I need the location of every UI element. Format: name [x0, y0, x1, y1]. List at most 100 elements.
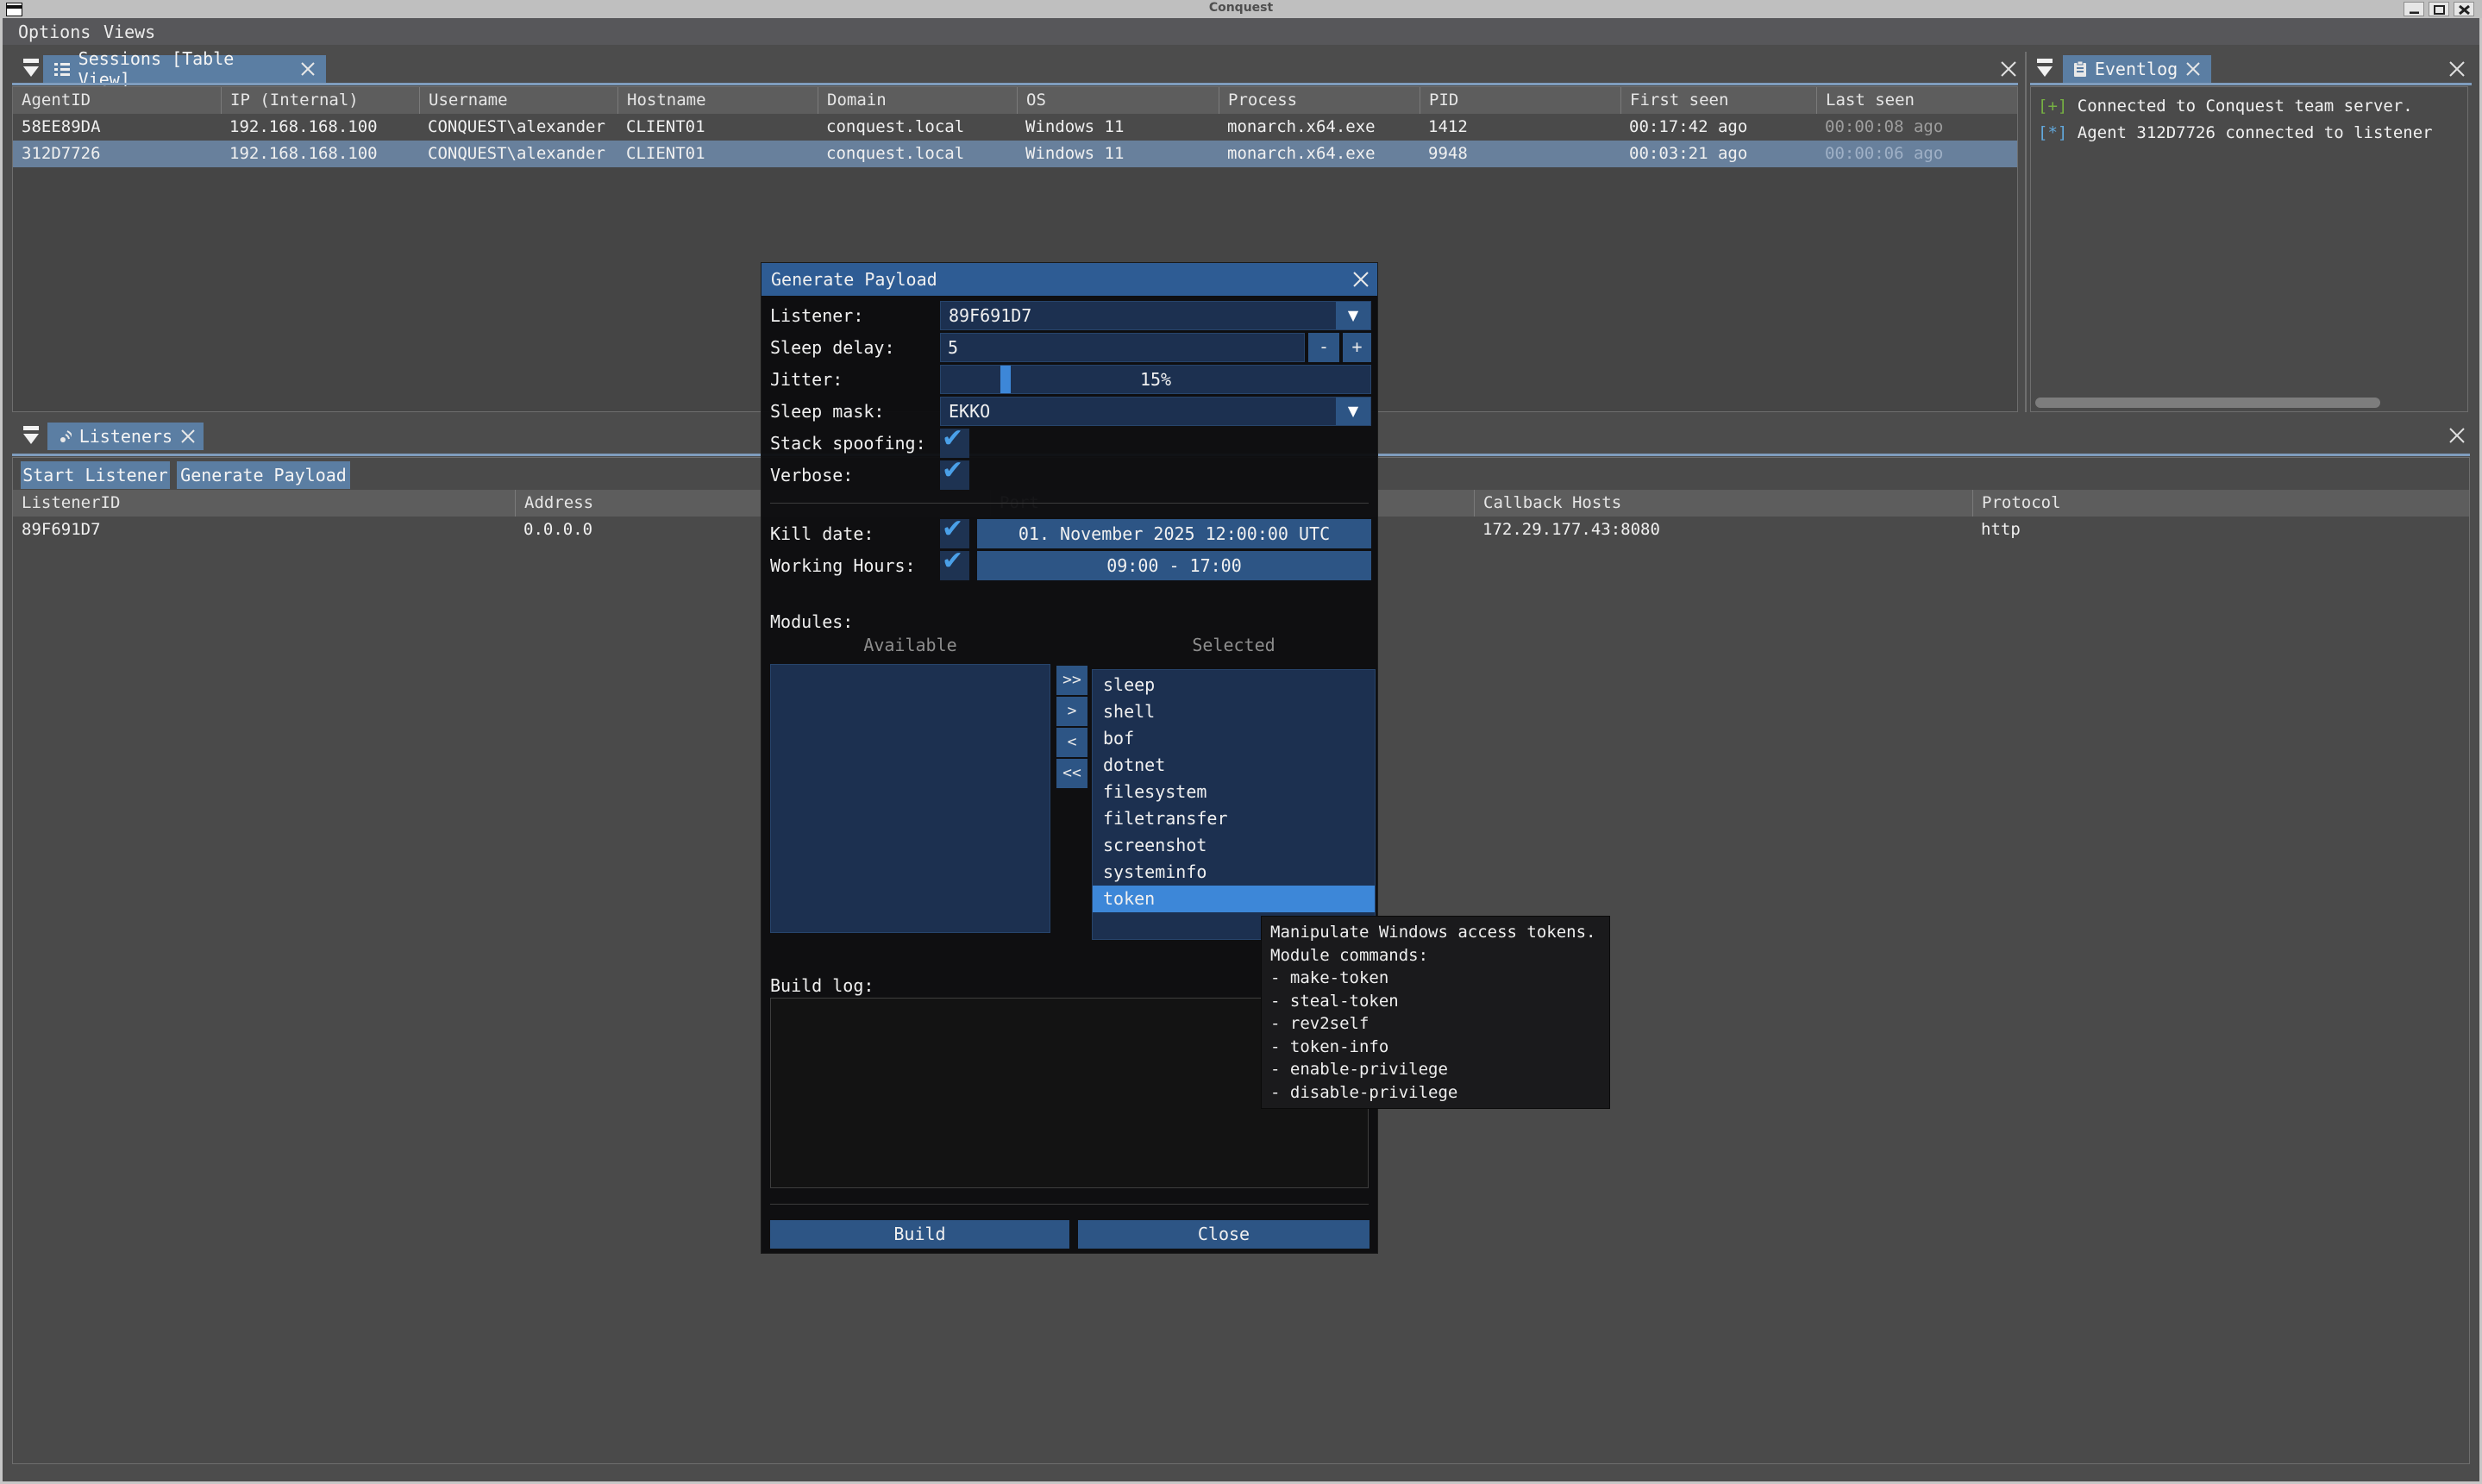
tab-sessions[interactable]: Sessions [Table View] [43, 55, 326, 83]
close-icon [2459, 5, 2470, 15]
col-agentid: AgentID [13, 87, 221, 114]
sleep-delay-decrement-button[interactable]: - [1308, 333, 1339, 362]
close-dialog-button[interactable]: Close [1078, 1220, 1369, 1249]
listener-dropdown[interactable]: 89F691D7 ▼ [940, 301, 1371, 330]
broadcast-icon [58, 429, 72, 445]
generate-payload-button[interactable]: Generate Payload [177, 461, 350, 489]
module-item[interactable]: screenshot [1093, 832, 1375, 859]
col-domain: Domain [818, 87, 1017, 114]
sleep-delay-increment-button[interactable]: + [1343, 333, 1371, 362]
minimize-button[interactable] [2404, 2, 2424, 16]
kill-date-field[interactable]: 01. November 2025 12:00:00 UTC [977, 519, 1371, 548]
stack-spoofing-label: Stack spoofing: [770, 428, 926, 459]
eventlog-panel-close-icon[interactable] [2448, 59, 2466, 78]
table-list-icon [53, 61, 71, 77]
available-header: Available [770, 634, 1050, 656]
start-listener-button[interactable]: Start Listener [21, 461, 170, 489]
listener-label: Listener: [770, 300, 863, 331]
tab-eventlog-close-icon[interactable] [2185, 61, 2201, 77]
minimize-icon [2409, 5, 2420, 14]
chevron-down-icon: ▼ [1336, 398, 1370, 425]
module-tooltip: Manipulate Windows access tokens. Module… [1262, 917, 1609, 1108]
col-listenerid: ListenerID [13, 490, 515, 517]
sessions-panel-close-icon[interactable] [1999, 59, 2018, 78]
listeners-panel-menu-icon[interactable] [22, 424, 42, 447]
move-all-left-button[interactable]: << [1056, 759, 1087, 788]
menu-views[interactable]: Views [103, 22, 155, 42]
col-callback-hosts: Callback Hosts [1474, 490, 1972, 517]
log-prefix-info: [*] [2038, 123, 2067, 142]
session-row-selected[interactable]: 312D7726 192.168.168.100 CONQUEST\alexan… [13, 141, 2017, 167]
verbose-checkbox[interactable]: ✔ [940, 460, 969, 490]
check-icon: ✔ [942, 514, 963, 544]
panel-divider[interactable] [2025, 52, 2027, 412]
close-button[interactable] [2454, 2, 2474, 16]
module-item[interactable]: sleep [1093, 672, 1375, 698]
module-item[interactable]: filetransfer [1093, 805, 1375, 832]
stack-spoofing-checkbox[interactable]: ✔ [940, 429, 969, 458]
maximize-icon [2434, 5, 2445, 15]
col-pid: PID [1420, 87, 1620, 114]
chevron-down-icon: ▼ [1336, 302, 1370, 329]
menu-options[interactable]: Options [18, 22, 91, 42]
module-item[interactable]: filesystem [1093, 779, 1375, 805]
kill-date-checkbox[interactable]: ✔ [940, 519, 969, 548]
module-item[interactable]: bof [1093, 725, 1375, 752]
col-hostname: Hostname [617, 87, 818, 114]
module-item[interactable]: dotnet [1093, 752, 1375, 779]
dialog-separator [770, 503, 1369, 504]
menu-bar: Options Views [3, 18, 2479, 45]
module-item-highlighted[interactable]: token [1093, 886, 1375, 912]
maximize-button[interactable] [2429, 2, 2449, 16]
eventlog-entry: [*] Agent 312D7726 connected to listener [2038, 120, 2460, 147]
move-right-button[interactable]: > [1056, 697, 1087, 726]
col-os: OS [1017, 87, 1219, 114]
working-hours-field[interactable]: 09:00 - 17:00 [977, 551, 1371, 580]
tab-sessions-close-icon[interactable] [300, 61, 316, 77]
clipboard-icon [2073, 60, 2087, 78]
sleep-mask-dropdown[interactable]: EKKO ▼ [940, 397, 1371, 426]
jitter-label: Jitter: [770, 364, 843, 395]
modules-label: Modules: [770, 606, 853, 637]
eventlog-panel-menu-icon[interactable] [2035, 57, 2056, 79]
module-item[interactable]: systeminfo [1093, 859, 1375, 886]
tab-listeners-label: Listeners [79, 426, 172, 447]
dialog-titlebar: Generate Payload [762, 263, 1377, 296]
app-window: Conquest Options Views Sessions [Table V… [0, 0, 2482, 1484]
window-title: Conquest [0, 1, 2482, 15]
tab-eventlog-label: Eventlog [2095, 59, 2178, 79]
eventlog-hscrollbar[interactable] [2035, 398, 2380, 408]
move-left-button[interactable]: < [1056, 728, 1087, 757]
col-ip-internal: IP (Internal) [221, 87, 419, 114]
build-log-label: Build log: [770, 970, 874, 1001]
selected-header: Selected [1092, 634, 1376, 656]
jitter-slider[interactable]: 15% [940, 365, 1371, 394]
check-icon: ✔ [942, 546, 963, 576]
tab-eventlog[interactable]: Eventlog [2063, 55, 2211, 83]
col-protocol: Protocol [1972, 490, 2469, 517]
listeners-panel-close-icon[interactable] [2448, 426, 2466, 445]
dialog-close-icon[interactable] [1351, 270, 1370, 289]
move-all-right-button[interactable]: >> [1056, 666, 1087, 695]
tab-listeners-close-icon[interactable] [180, 429, 193, 444]
build-button[interactable]: Build [770, 1220, 1069, 1249]
working-hours-checkbox[interactable]: ✔ [940, 551, 969, 580]
verbose-label: Verbose: [770, 460, 853, 491]
tab-listeners[interactable]: Listeners [47, 423, 204, 450]
window-titlebar: Conquest [0, 0, 2482, 18]
kill-date-label: Kill date: [770, 518, 874, 549]
available-modules-list[interactable] [770, 664, 1050, 933]
eventlog-entry: [+] Connected to Conquest team server. [2038, 93, 2460, 120]
col-process: Process [1219, 87, 1420, 114]
module-item[interactable]: shell [1093, 698, 1375, 725]
sessions-panel-menu-icon[interactable] [22, 57, 42, 79]
eventlog-tab-underline [2030, 83, 2472, 85]
session-row[interactable]: 58EE89DA 192.168.168.100 CONQUEST\alexan… [13, 114, 2017, 141]
col-last-seen: Last seen [1816, 87, 2017, 114]
sleep-mask-label: Sleep mask: [770, 396, 884, 427]
eventlog-output: [+] Connected to Conquest team server. [… [2030, 86, 2468, 412]
selected-modules-list[interactable]: sleep shell bof dotnet filesystem filetr… [1092, 669, 1376, 940]
col-first-seen: First seen [1620, 87, 1816, 114]
sleep-delay-input[interactable]: 5 [940, 333, 1305, 362]
check-icon: ✔ [942, 423, 963, 454]
